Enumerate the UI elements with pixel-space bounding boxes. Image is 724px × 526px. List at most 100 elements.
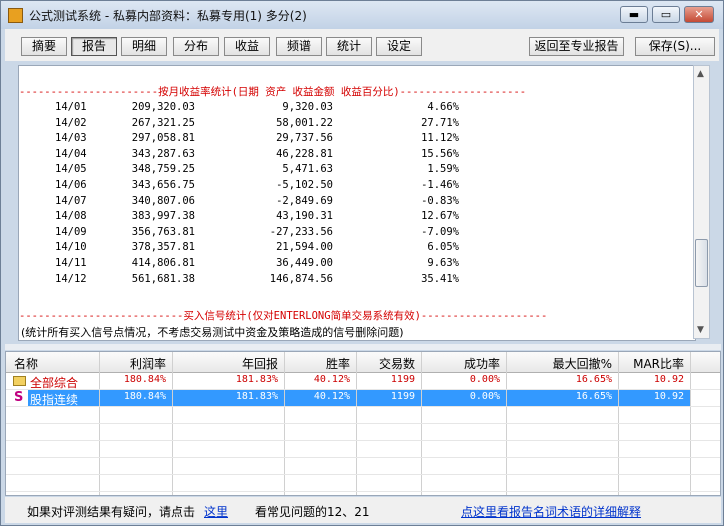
row-trades: 1199 [390, 391, 415, 402]
monthly-row: 14/12 561,681.38 146,874.56 35.41% [19, 273, 695, 288]
monthly-asset: 340,807.06 [131, 194, 195, 207]
monthly-asset: 383,997.38 [131, 210, 195, 223]
back-to-pro-report-button[interactable]: 返回至专业报告 [529, 37, 624, 56]
row-drawdown: 16.65% [575, 374, 612, 385]
monthly-profit: -2,849.69 [276, 194, 333, 207]
monthly-pct: 15.56% [421, 147, 459, 160]
row-profit: 180.84% [123, 391, 166, 402]
scroll-down-icon[interactable]: ▼ [697, 325, 704, 335]
report-text-area[interactable]: ----------------------按月收益率统计(日期 资产 收益金额… [18, 65, 696, 341]
tab-0[interactable]: 摘要 [21, 37, 67, 56]
row-annual: 181.83% [235, 374, 278, 385]
faq-link[interactable]: 这里 [204, 503, 228, 520]
monthly-asset: 297,058.81 [131, 132, 195, 145]
monthly-date: 14/02 [55, 116, 87, 129]
monthly-row: 14/09 356,763.81 -27,233.56 -7.09% [19, 226, 695, 241]
monthly-asset: 209,320.03 [131, 101, 195, 113]
monthly-asset: 343,656.75 [131, 179, 195, 191]
monthly-profit: 29,737.56 [276, 132, 333, 145]
monthly-row: 14/07 340,807.06 -2,849.69 -0.83% [19, 195, 695, 210]
report-scrollbar[interactable]: ▲ ▼ [693, 65, 710, 339]
row-trades: 1199 [390, 374, 415, 385]
monthly-profit: -27,233.56 [269, 225, 333, 238]
pane-splitter[interactable] [5, 344, 721, 350]
app-icon [8, 8, 23, 23]
tab-3[interactable]: 分布 [173, 37, 219, 56]
title-bar[interactable]: 公式测试系统 - 私募内部资料：私募专用(1) 多分(2) ▬ ▭ ✕ [1, 1, 723, 29]
row-win: 40.12% [313, 374, 350, 385]
maximize-button[interactable]: ▭ [652, 6, 680, 23]
grid-col-header-6[interactable]: 最大回撤% [553, 355, 612, 372]
monthly-date: 14/05 [55, 163, 87, 176]
monthly-row: 14/08 383,997.38 43,190.31 12.67% [19, 210, 695, 225]
monthly-profit: 21,594.00 [276, 241, 333, 254]
monthly-profit: 46,228.81 [276, 147, 333, 160]
monthly-row: 14/01 209,320.03 9,320.03 4.66% [19, 101, 695, 116]
window-title: 公式测试系统 - 私募内部资料：私募专用(1) 多分(2) [29, 9, 307, 23]
status-bar: 如果对评测结果有疑问，请点击 这里 看常见问题的12、21 点这里看报告名词术语… [5, 497, 721, 523]
signal-stats-header: --------------------------买入信号统计(仅对ENTER… [19, 310, 548, 322]
results-grid: 名称 利润率 年回报 胜率 交易数 成功率 最大回撤% MAR比率 全部综合 180.84% 18… [5, 351, 721, 496]
close-button[interactable]: ✕ [684, 6, 714, 23]
row-profit: 180.84% [123, 374, 166, 385]
grid-col-header-3[interactable]: 胜率 [326, 355, 350, 372]
tab-6[interactable]: 统计 [326, 37, 372, 56]
monthly-row: 14/11 414,806.81 36,449.00 9.63% [19, 257, 695, 272]
row-success: 0.00% [469, 391, 500, 402]
glossary-link[interactable]: 点这里看报告名词术语的详细解释 [461, 503, 641, 520]
monthly-pct: -0.83% [421, 194, 459, 207]
monthly-pct: 27.71% [421, 116, 459, 129]
grid-header: 名称 利润率 年回报 胜率 交易数 成功率 最大回撤% MAR比率 [6, 352, 720, 373]
scroll-thumb[interactable] [695, 239, 708, 287]
monthly-date: 14/04 [55, 147, 87, 160]
grid-row[interactable]: S 股指连续 180.84% 181.83% 40.12% 1199 0.00% 16.65%… [6, 390, 720, 407]
grid-col-header-5[interactable]: 成功率 [464, 355, 500, 372]
grid-row-line [6, 423, 720, 424]
grid-row-line [6, 389, 720, 390]
monthly-pct: 4.66% [427, 101, 459, 113]
grid-row-line [6, 440, 720, 441]
row-win: 40.12% [313, 391, 350, 402]
grid-col-header-4[interactable]: 交易数 [379, 355, 415, 372]
save-button[interactable]: 保存(S)... [635, 37, 715, 56]
monthly-asset: 343,287.63 [131, 147, 195, 160]
toolbar: 摘要 报告 明细 分布 收益 频谱 统计 设定 返回至专业报告 保存(S)... [5, 29, 719, 61]
main-window: 公式测试系统 - 私募内部资料：私募专用(1) 多分(2) ▬ ▭ ✕ 摘要 报告… [0, 0, 724, 526]
grid-row-line [6, 491, 720, 492]
monthly-asset: 414,806.81 [131, 257, 195, 269]
tab-5[interactable]: 频谱 [276, 37, 322, 56]
folder-icon [13, 376, 26, 386]
monthly-row: 14/06 343,656.75 -5,102.50 -1.46% [19, 179, 695, 194]
monthly-asset: 561,681.38 [131, 272, 195, 285]
tab-7[interactable]: 设定 [376, 37, 422, 56]
grid-row-line [6, 474, 720, 475]
grid-col-header-2[interactable]: 年回报 [242, 355, 278, 372]
minimize-button[interactable]: ▬ [620, 6, 648, 23]
tab-2[interactable]: 明细 [121, 37, 167, 56]
monthly-pct: 6.05% [427, 241, 459, 254]
monthly-row: 14/02 267,321.25 58,001.22 27.71% [19, 117, 695, 132]
monthly-pct: 11.12% [421, 132, 459, 145]
monthly-pct: 35.41% [421, 272, 459, 285]
tab-1[interactable]: 报告 [71, 37, 117, 56]
monthly-date: 14/10 [55, 241, 87, 254]
scroll-up-icon[interactable]: ▲ [697, 69, 704, 79]
faq-text: 看常见问题的12、21 [255, 505, 370, 519]
monthly-date: 14/09 [55, 225, 87, 238]
monthly-profit: -5,102.50 [276, 179, 333, 191]
row-annual: 181.83% [235, 391, 278, 402]
s-icon: S [14, 390, 24, 405]
grid-row-line [6, 406, 720, 407]
signal-stats-note: (统计所有买入信号点情况，不考虑交易测试中资金及策略造成的信号删除问题) [21, 326, 404, 339]
grid-col-header-0[interactable]: 名称 [14, 355, 38, 372]
grid-col-header-1[interactable]: 利润率 [130, 355, 166, 372]
grid-row[interactable]: 全部综合 180.84% 181.83% 40.12% 1199 0.00% 16.65% 1… [6, 373, 720, 390]
monthly-stats-header: ----------------------按月收益率统计(日期 资产 收益金额… [19, 86, 527, 98]
monthly-asset: 348,759.25 [131, 163, 195, 176]
tab-4[interactable]: 收益 [224, 37, 270, 56]
monthly-date: 14/11 [55, 257, 87, 269]
monthly-date: 14/03 [55, 132, 87, 145]
row-success: 0.00% [469, 374, 500, 385]
grid-col-header-7[interactable]: MAR比率 [633, 355, 684, 372]
monthly-date: 14/12 [55, 272, 87, 285]
